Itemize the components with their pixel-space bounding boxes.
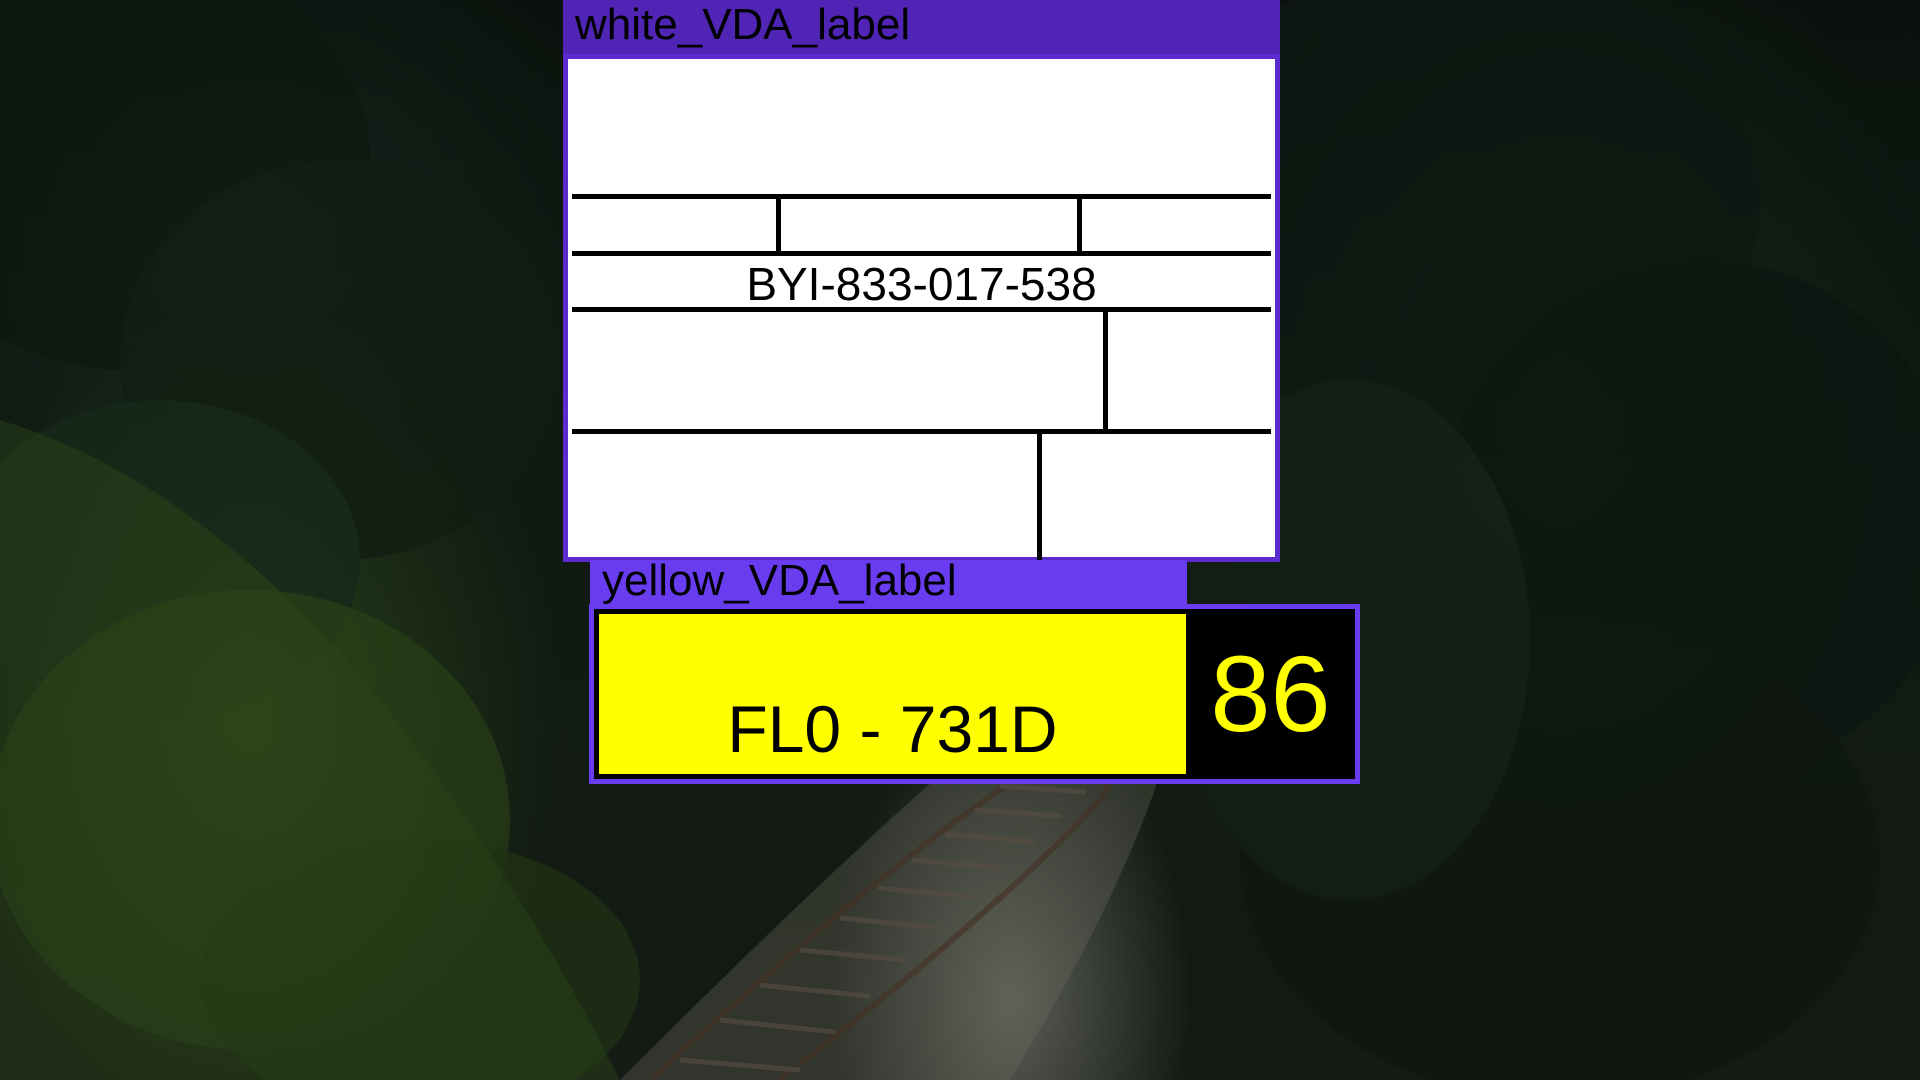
grid-line <box>572 307 1271 312</box>
yellow-plate: FL0 - 731D <box>599 614 1186 774</box>
yellow-vda-label: FL0 - 731D 86 <box>589 604 1360 784</box>
plate-text: FL0 - 731D <box>727 692 1058 766</box>
plate-number: 86 <box>1191 614 1350 774</box>
grid-line <box>572 194 1271 199</box>
grid-line <box>572 429 1271 434</box>
grid-line <box>1077 194 1082 253</box>
grid-line <box>572 251 1271 256</box>
grid-line <box>1037 429 1042 563</box>
white-label-tag: white_VDA_label <box>563 0 1280 56</box>
grid-line <box>1103 307 1108 432</box>
white-vda-label: BYI-833-017-538 <box>563 54 1280 563</box>
grid-line <box>776 194 781 253</box>
white-label-grid: BYI-833-017-538 <box>572 63 1271 563</box>
yellow-label-tag: yellow_VDA_label <box>590 560 1187 606</box>
label-code: BYI-833-017-538 <box>746 258 1097 310</box>
